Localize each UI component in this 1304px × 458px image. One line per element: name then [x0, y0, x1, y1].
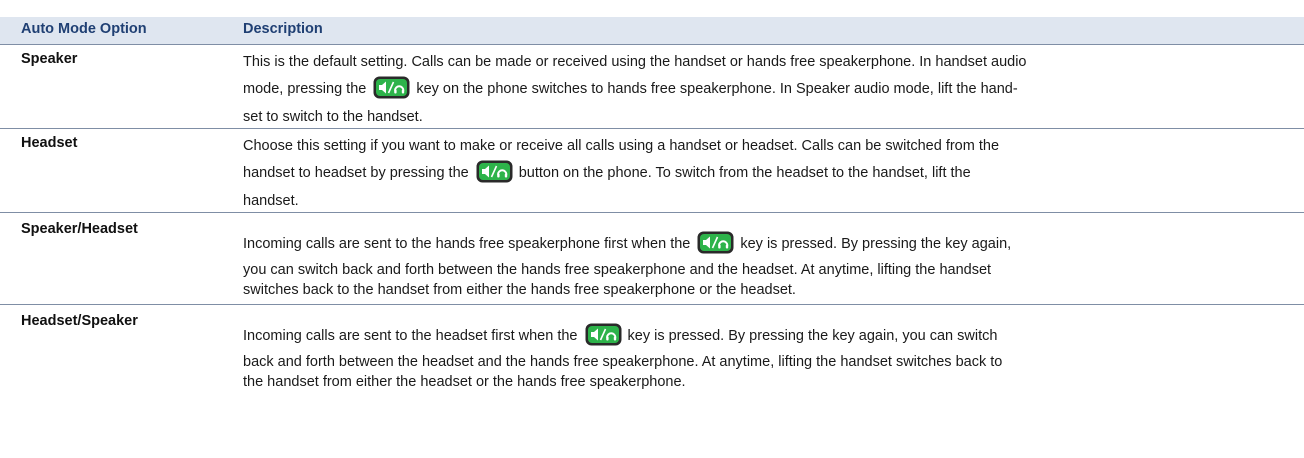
table-row-speaker: Speaker This is the default setting. Cal… — [0, 45, 1304, 129]
option-name: Headset/Speaker — [21, 313, 138, 329]
header-description: Description — [243, 21, 323, 37]
description-line: handset to headset by pressing the button… — [243, 157, 1293, 190]
option-description: This is the default setting. Calls can b… — [243, 51, 1293, 128]
speakerphone-headset-key-icon — [476, 160, 513, 183]
description-line: back and forth between the headset and t… — [243, 354, 1003, 370]
option-description: Incoming calls are sent to the headset f… — [243, 321, 1293, 391]
option-name: Headset — [21, 135, 78, 151]
table-row-speaker-headset: Speaker/Headset Incoming calls are sent … — [0, 213, 1304, 305]
description-line: Choose this setting if you want to make … — [243, 138, 1000, 154]
option-name: Speaker — [21, 51, 78, 67]
description-line: mode, pressing the key on the phone switc… — [243, 73, 1293, 106]
speakerphone-headset-key-icon — [585, 323, 622, 346]
table-row-headset-speaker: Headset/Speaker Incoming calls are sent … — [0, 305, 1304, 458]
description-line: Incoming calls are sent to the hands fre… — [243, 229, 1293, 259]
table-header: Auto Mode Option Description — [0, 17, 1304, 45]
description-line: you can switch back and forth between th… — [243, 262, 992, 278]
description-line: the handset from either the headset or t… — [243, 374, 686, 390]
table-row-headset: Headset Choose this setting if you want … — [0, 129, 1304, 213]
description-line: This is the default setting. Calls can b… — [243, 54, 1027, 70]
option-description: Incoming calls are sent to the hands fre… — [243, 229, 1293, 299]
header-auto-mode-option: Auto Mode Option — [21, 21, 147, 37]
option-name: Speaker/Headset — [21, 221, 138, 237]
auto-mode-table: Auto Mode Option Description Speaker Thi… — [0, 0, 1304, 458]
option-description: Choose this setting if you want to make … — [243, 135, 1293, 212]
description-line: set to switch to the handset. — [243, 109, 423, 125]
description-line: handset. — [243, 193, 299, 209]
description-line: switches back to the handset from either… — [243, 282, 796, 298]
description-line: Incoming calls are sent to the headset f… — [243, 321, 1293, 351]
speakerphone-headset-key-icon — [373, 76, 410, 99]
speakerphone-headset-key-icon — [697, 231, 734, 254]
